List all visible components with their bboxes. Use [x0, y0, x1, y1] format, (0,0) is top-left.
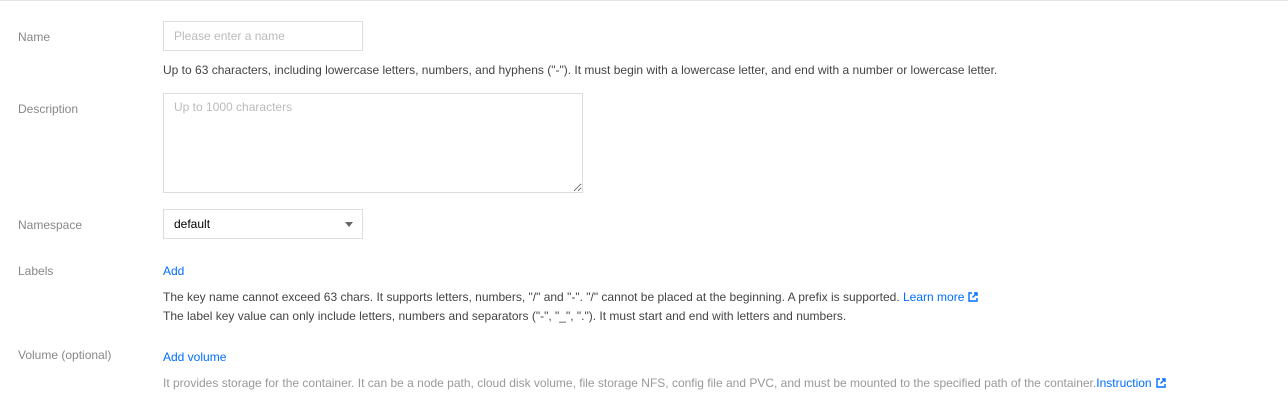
description-textarea[interactable] — [163, 93, 583, 193]
namespace-label: Namespace — [18, 218, 83, 232]
namespace-select[interactable]: default — [163, 209, 363, 239]
chevron-down-icon — [345, 222, 353, 227]
name-label: Name — [18, 30, 51, 44]
volume-label: Volume (optional) — [18, 348, 112, 362]
labels-hint-line2: The label key value can only include let… — [163, 309, 847, 323]
name-hint: Up to 63 characters, including lowercase… — [163, 63, 998, 77]
external-link-icon — [1155, 378, 1166, 388]
learn-more-label: Learn more — [903, 290, 965, 304]
learn-more-link[interactable]: Learn more — [903, 290, 979, 304]
add-label-link[interactable]: Add — [163, 264, 184, 278]
labels-label: Labels — [18, 264, 54, 278]
instruction-label: Instruction — [1096, 376, 1152, 390]
namespace-select-value: default — [174, 217, 211, 231]
top-divider — [0, 0, 1288, 1]
name-input[interactable] — [163, 21, 363, 51]
external-link-icon — [968, 292, 979, 302]
labels-hint-text: The key name cannot exceed 63 chars. It … — [163, 290, 900, 304]
instruction-link[interactable]: Instruction — [1096, 376, 1166, 390]
add-volume-link[interactable]: Add volume — [163, 350, 226, 364]
description-label: Description — [18, 102, 79, 116]
volume-hint: It provides storage for the container. I… — [163, 376, 1166, 390]
volume-hint-text: It provides storage for the container. I… — [163, 376, 1097, 390]
labels-hint-line1: The key name cannot exceed 63 chars. It … — [163, 290, 979, 304]
